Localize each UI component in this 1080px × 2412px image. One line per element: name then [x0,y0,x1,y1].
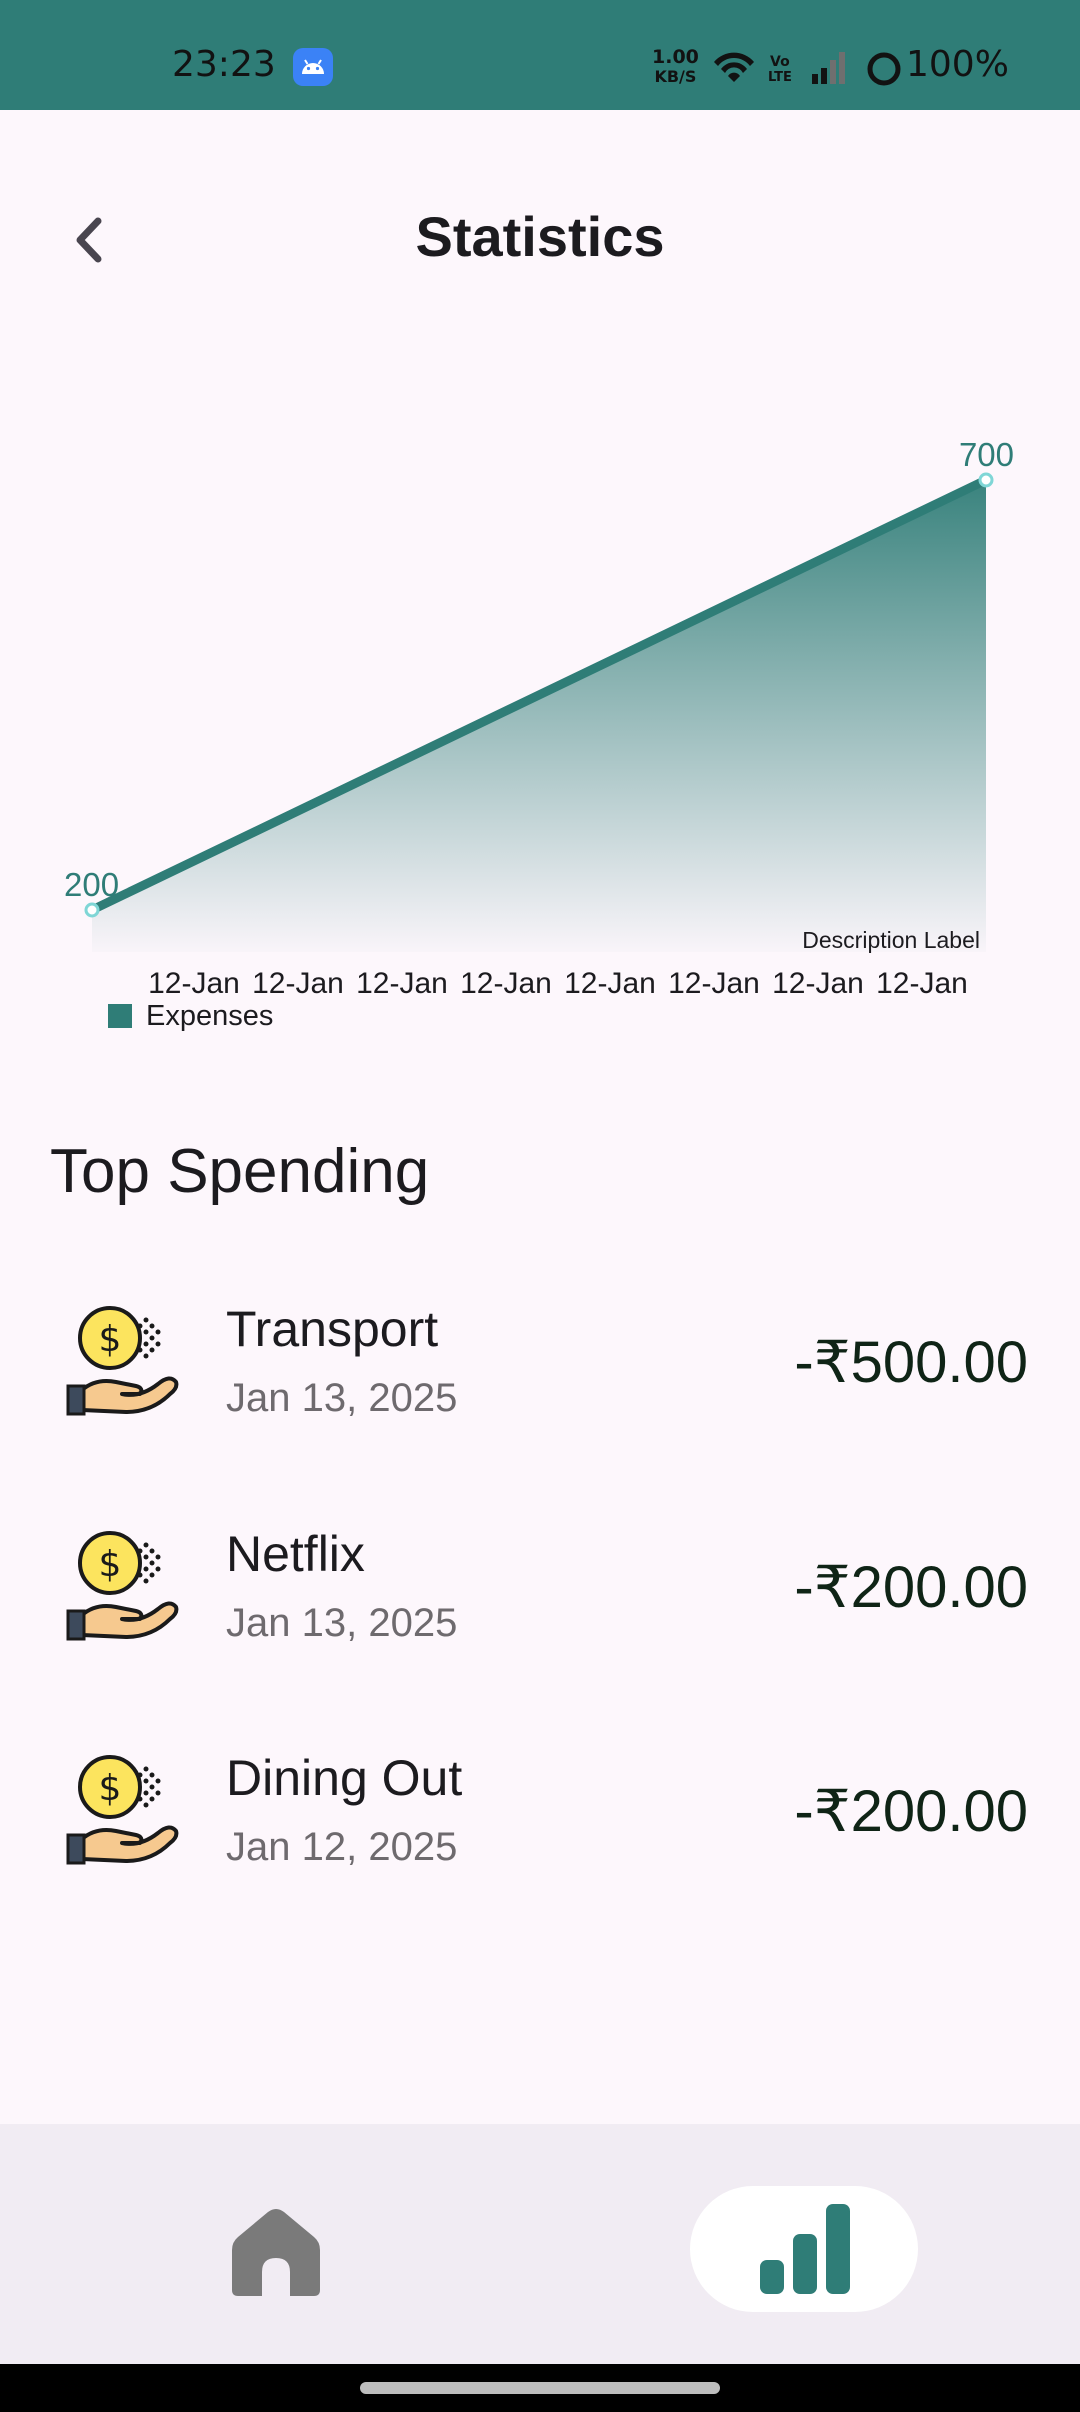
status-icons: Vo LTE [712,48,902,88]
gesture-navigation-bar [0,2364,1080,2412]
spending-item-name: Transport [226,1301,439,1357]
svg-text:Vo: Vo [770,54,790,70]
android-notification-icon [293,48,333,86]
chart-data-label: 700 [959,436,1014,473]
legend-swatch [108,1004,132,1028]
chart-x-tick-label: 12-Jan [460,967,552,1000]
nav-home-button[interactable] [228,2206,324,2298]
status-time: 23:23 [172,44,276,85]
spending-item[interactable]: $ Transport Jan 13, 2025 -₹500.00 [0,1300,1080,1500]
bar-chart-icon [760,2204,850,2294]
chart-x-tick-label: 12-Jan [252,967,344,1000]
chart-area-fill [92,480,986,952]
chart-x-tick-label: 12-Jan [564,967,656,1000]
signal-icon [812,52,845,84]
expenses-area-chart: 200 700 Description Label 12-Jan 12-Jan 12-… [64,436,1014,1032]
svg-text:$: $ [99,1544,122,1585]
gesture-handle[interactable] [360,2382,720,2394]
spending-item[interactable]: $ Netflix Jan 13, 2025 -₹200.00 [0,1525,1080,1725]
spending-item-date: Jan 13, 2025 [226,1601,458,1645]
money-hand-icon: $ [66,1300,184,1418]
spending-item-date: Jan 13, 2025 [226,1376,458,1420]
chart-x-tick-label: 12-Jan [148,967,240,1000]
battery-level: 100% [906,44,1009,85]
chart-data-point [978,472,994,488]
svg-text:$: $ [99,1768,122,1809]
chart-data-label: 200 [64,866,119,903]
home-icon [232,2209,320,2296]
chart-description-label: Description Label [802,927,980,953]
spending-item-amount: -₹500.00 [794,1330,1028,1395]
network-speed: 1.00 KB/S [652,46,699,87]
spending-item-amount: -₹200.00 [794,1555,1028,1620]
svg-text:$: $ [99,1319,122,1360]
spending-item-amount: -₹200.00 [794,1779,1028,1844]
bottom-navigation [0,2124,1080,2364]
legend-label: Expenses [146,1000,273,1032]
money-hand-icon: $ [66,1749,184,1867]
spending-item-name: Dining Out [226,1750,463,1806]
money-hand-icon: $ [66,1525,184,1643]
chart-x-tick-label: 12-Jan [356,967,448,1000]
network-speed-value: 1.00 [652,46,699,68]
status-bar: 23:23 1.00 KB/S Vo LTE 100% [0,0,1080,110]
chart-data-point [84,902,100,918]
wifi-icon [714,52,754,82]
spending-item-name: Netflix [226,1526,365,1582]
svg-text:LTE: LTE [768,70,792,85]
nav-statistics-button[interactable] [690,2186,918,2312]
chart-x-tick-label: 12-Jan [668,967,760,1000]
network-speed-unit: KB/S [654,67,697,86]
chart-x-tick-label: 12-Jan [876,967,968,1000]
spending-item-date: Jan 12, 2025 [226,1825,458,1869]
chart-x-tick-label: 12-Jan [772,967,864,1000]
section-title-top-spending: Top Spending [50,1137,430,1206]
battery-ring-icon [867,52,901,86]
volte-icon: Vo LTE [768,54,792,85]
spending-item[interactable]: $ Dining Out Jan 12, 2025 -₹200.00 [0,1749,1080,1949]
page-title: Statistics [415,205,665,268]
